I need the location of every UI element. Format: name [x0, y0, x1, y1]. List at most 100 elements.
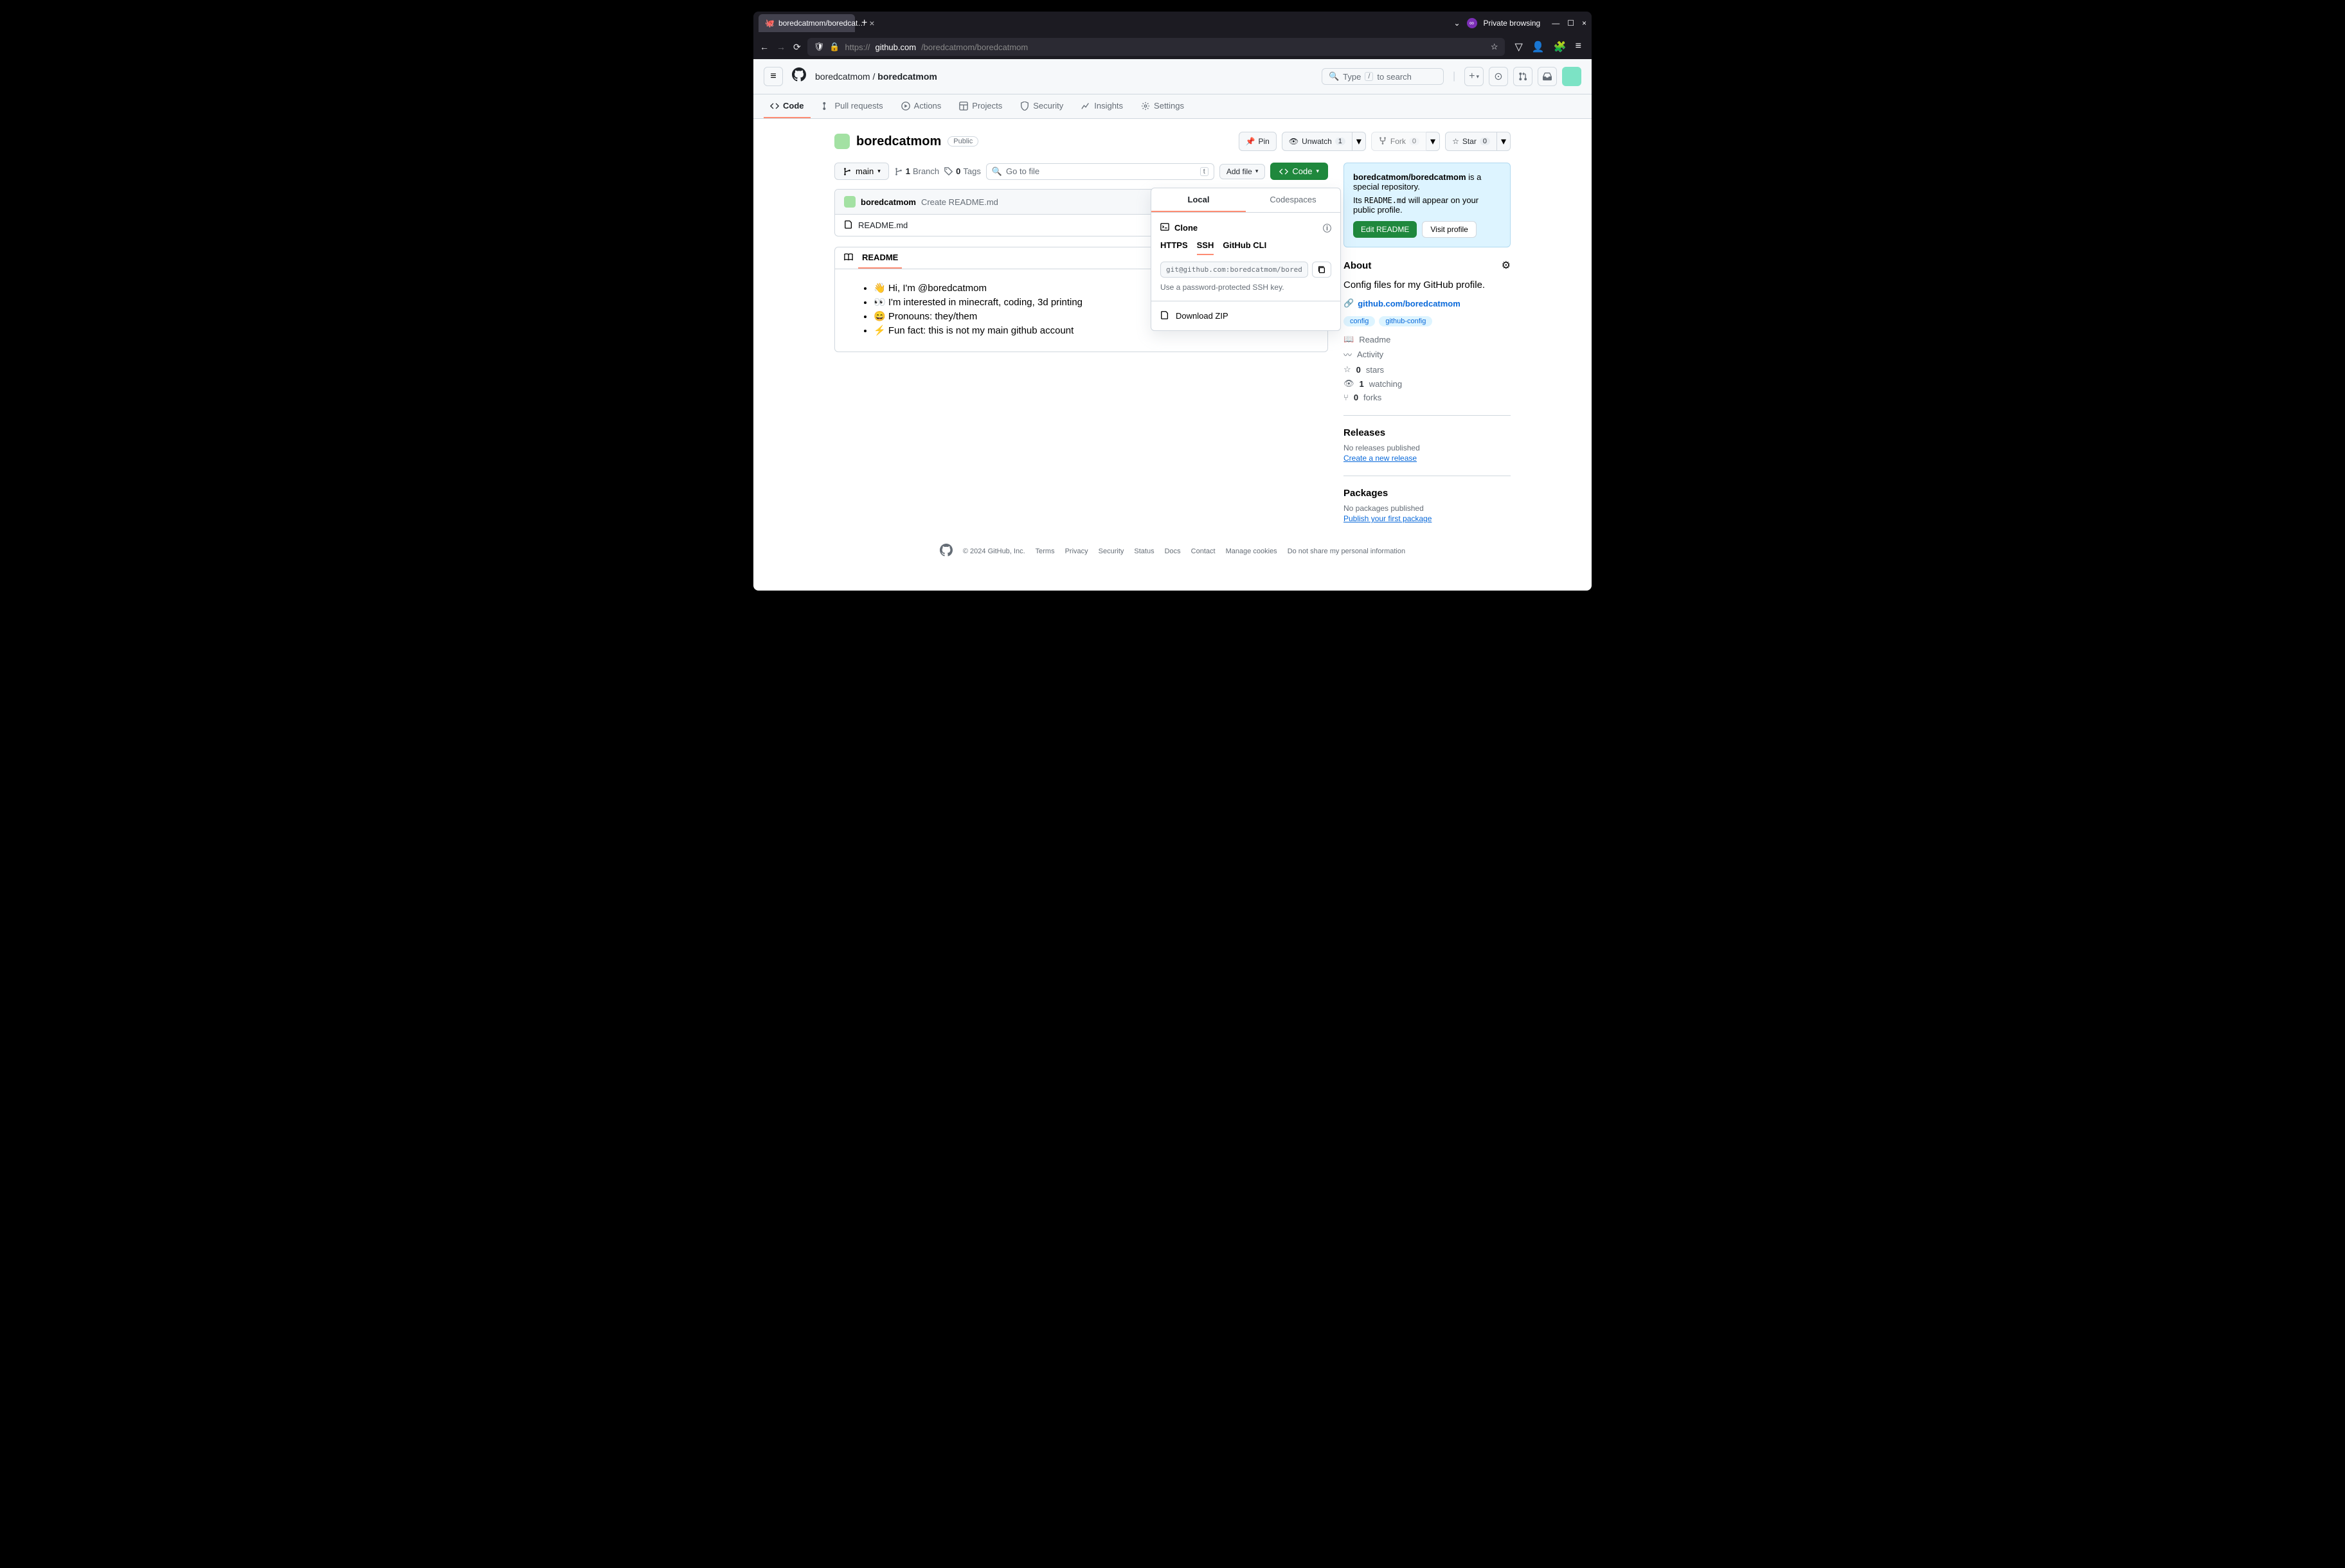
branches-link[interactable]: 1Branch — [894, 166, 939, 176]
browser-titlebar: 🐙 boredcatmom/boredcat… × + ⌄ ∞ Private … — [753, 12, 1592, 35]
url-input[interactable]: 🛡 🔒 https://github.com/boredcatmom/bored… — [807, 38, 1505, 56]
tab-security[interactable]: Security — [1014, 94, 1070, 118]
repo-name: boredcatmom — [856, 134, 941, 149]
github-logo-icon[interactable] — [792, 67, 806, 85]
eye-icon: 👁 — [1343, 379, 1354, 389]
github-icon: 🐙 — [765, 19, 775, 28]
footer-link[interactable]: Do not share my personal information — [1288, 548, 1405, 555]
meta-stars-link[interactable]: ☆0stars — [1343, 364, 1511, 375]
footer-link[interactable]: Security — [1099, 548, 1124, 555]
tab-insights[interactable]: Insights — [1075, 94, 1129, 118]
commit-avatar — [844, 196, 856, 208]
packages-heading: Packages — [1343, 488, 1511, 499]
search-input[interactable]: 🔍 Type / to search — [1322, 68, 1444, 85]
releases-section: Releases No releases published Create a … — [1343, 427, 1511, 464]
tab-projects[interactable]: Projects — [953, 94, 1009, 118]
meta-forks-link[interactable]: ⑂0forks — [1343, 393, 1511, 402]
meta-watching-link[interactable]: 👁1watching — [1343, 379, 1511, 389]
download-zip-link[interactable]: Download ZIP — [1160, 310, 1331, 321]
edit-readme-button[interactable]: Edit README — [1353, 221, 1417, 238]
star-button[interactable]: ☆Star0 — [1445, 132, 1497, 151]
tab-code[interactable]: Code — [764, 94, 811, 118]
clone-url-input[interactable] — [1160, 262, 1308, 278]
dropdown-tab-codespaces[interactable]: Codespaces — [1246, 188, 1340, 212]
maximize-button[interactable]: ☐ — [1567, 19, 1574, 28]
meta-readme-link[interactable]: 📖Readme — [1343, 334, 1511, 344]
url-domain: github.com — [875, 42, 916, 52]
clone-tab-ssh[interactable]: SSH — [1197, 240, 1214, 255]
commit-message[interactable]: Create README.md — [921, 197, 998, 207]
visit-profile-button[interactable]: Visit profile — [1422, 221, 1476, 238]
app-menu-icon[interactable]: ≡ — [1576, 40, 1581, 53]
tab-settings[interactable]: Settings — [1135, 94, 1190, 118]
minimize-button[interactable]: — — [1552, 19, 1559, 28]
hamburger-button[interactable]: ≡ — [764, 67, 783, 86]
fork-icon: ⑂ — [1343, 393, 1349, 402]
copy-button[interactable] — [1312, 262, 1331, 278]
branch-selector[interactable]: main▾ — [834, 163, 889, 180]
extensions-icon[interactable]: 🧩 — [1554, 40, 1567, 53]
issues-button[interactable]: ⊙ — [1489, 67, 1508, 86]
clone-hint: Use a password-protected SSH key. — [1160, 283, 1331, 292]
zip-icon — [1160, 310, 1169, 321]
lock-icon: 🔒 — [829, 42, 840, 52]
create-release-link[interactable]: Create a new release — [1343, 454, 1417, 463]
about-section: About⚙ Config files for my GitHub profil… — [1343, 259, 1511, 402]
forward-button[interactable]: → — [777, 42, 786, 53]
tags-link[interactable]: 0Tags — [944, 166, 981, 176]
user-avatar[interactable] — [1562, 67, 1581, 86]
add-tab-button[interactable]: + — [861, 17, 867, 29]
footer-link[interactable]: Privacy — [1065, 548, 1088, 555]
add-file-button[interactable]: Add file▾ — [1219, 164, 1266, 179]
browser-address-bar: ← → ⟳ 🛡 🔒 https://github.com/boredcatmom… — [753, 35, 1592, 59]
book-icon — [844, 253, 853, 263]
close-tab-icon[interactable]: × — [869, 18, 874, 28]
file-name[interactable]: README.md — [858, 220, 908, 230]
bookmark-icon[interactable]: ☆ — [1491, 42, 1498, 52]
breadcrumb-owner[interactable]: boredcatmom — [815, 71, 870, 82]
dropdown-tab-local[interactable]: Local — [1151, 188, 1246, 212]
reload-button[interactable]: ⟳ — [793, 42, 801, 53]
publish-package-link[interactable]: Publish your first package — [1343, 514, 1432, 523]
close-window-button[interactable]: × — [1582, 19, 1586, 28]
pocket-icon[interactable]: ▽ — [1515, 40, 1523, 53]
footer-link[interactable]: Status — [1134, 548, 1154, 555]
footer-link[interactable]: Docs — [1165, 548, 1181, 555]
clone-tab-https[interactable]: HTTPS — [1160, 240, 1188, 255]
code-button[interactable]: Code▾ — [1270, 163, 1328, 180]
fork-dropdown[interactable]: ▾ — [1426, 132, 1440, 151]
clone-tab-cli[interactable]: GitHub CLI — [1223, 240, 1266, 255]
breadcrumb-repo[interactable]: boredcatmom — [877, 71, 937, 82]
go-to-file-input[interactable]: 🔍Go to filet — [986, 163, 1214, 180]
inbox-button[interactable] — [1538, 67, 1557, 86]
pin-button[interactable]: 📌Pin — [1239, 132, 1277, 151]
topic-badge[interactable]: github-config — [1379, 316, 1432, 326]
chevron-down-icon[interactable]: ⌄ — [1453, 19, 1460, 28]
star-dropdown[interactable]: ▾ — [1497, 132, 1511, 151]
footer-link[interactable]: Terms — [1036, 548, 1055, 555]
commit-author[interactable]: boredcatmom — [861, 197, 916, 207]
releases-heading: Releases — [1343, 427, 1511, 438]
search-icon: 🔍 — [992, 166, 1002, 177]
private-browsing-icon: ∞ — [1467, 18, 1477, 28]
fork-button[interactable]: Fork0 — [1371, 132, 1426, 151]
topic-badge[interactable]: config — [1343, 316, 1375, 326]
unwatch-button[interactable]: 👁Unwatch1 — [1282, 132, 1352, 151]
tab-pull-requests[interactable]: Pull requests — [816, 94, 890, 118]
browser-tab[interactable]: 🐙 boredcatmom/boredcat… × — [759, 14, 855, 32]
footer-link[interactable]: Contact — [1191, 548, 1216, 555]
help-icon[interactable]: ⓘ — [1323, 222, 1331, 234]
github-logo-icon[interactable] — [940, 544, 953, 558]
back-button[interactable]: ← — [760, 42, 769, 53]
about-link[interactable]: 🔗github.com/boredcatmom — [1343, 298, 1511, 308]
footer-link[interactable]: Manage cookies — [1226, 548, 1277, 555]
tab-actions[interactable]: Actions — [895, 94, 948, 118]
meta-activity-link[interactable]: 〰Activity — [1343, 348, 1511, 361]
account-icon[interactable]: 👤 — [1532, 40, 1545, 53]
unwatch-dropdown[interactable]: ▾ — [1352, 132, 1366, 151]
shield-icon: 🛡 — [814, 42, 825, 52]
edit-about-icon[interactable]: ⚙ — [1502, 259, 1511, 272]
clone-label: Clone — [1174, 223, 1198, 233]
create-new-button[interactable]: +▾ — [1464, 67, 1484, 86]
pull-requests-button[interactable] — [1513, 67, 1532, 86]
